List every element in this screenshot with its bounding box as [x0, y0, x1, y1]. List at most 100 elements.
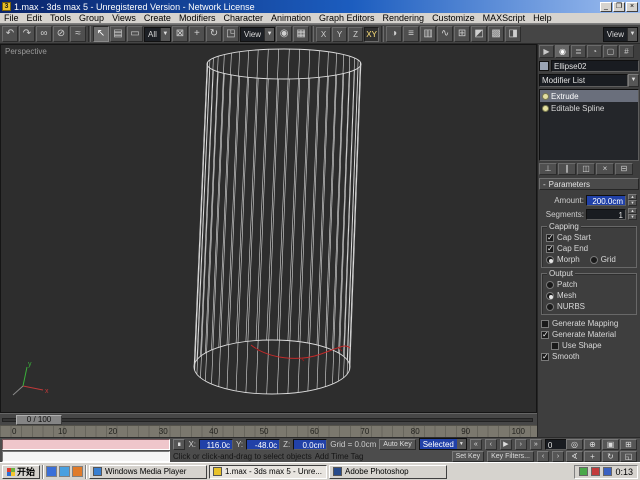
select-and-link-icon[interactable]: ∞	[36, 26, 52, 42]
tray-volume-icon[interactable]	[579, 467, 588, 476]
view-dropdown[interactable]: View ▼	[603, 27, 638, 42]
select-and-scale-icon[interactable]: ◳	[223, 26, 239, 42]
select-by-name-icon[interactable]: ▤	[110, 26, 126, 42]
key-filters-button[interactable]: Key Filters...	[487, 451, 534, 462]
taskbar-task-button[interactable]: Windows Media Player	[89, 465, 207, 479]
selection-filter-dropdown[interactable]: All ▼	[144, 27, 171, 42]
maximize-button[interactable]: ❐	[613, 2, 625, 12]
zoom-extents-all-icon[interactable]: ⊞	[620, 439, 637, 450]
material-editor-icon[interactable]: ◩	[471, 26, 487, 42]
field-of-view-icon[interactable]: ∢	[566, 451, 583, 462]
curve-editor-icon[interactable]: ∿	[437, 26, 453, 42]
pin-stack-button[interactable]: ⊥	[539, 163, 557, 175]
parameters-rollout-header[interactable]: - Parameters	[539, 178, 639, 190]
time-slider[interactable]: 0 / 100	[0, 413, 537, 425]
menu-item[interactable]: Group	[75, 13, 108, 23]
track-bar[interactable]: 0102030405060708090100	[0, 425, 537, 437]
select-and-move-icon[interactable]: +	[189, 26, 205, 42]
menu-item[interactable]: Animation	[267, 13, 315, 23]
menu-item[interactable]: Rendering	[379, 13, 429, 23]
go-to-end-button[interactable]: »	[530, 439, 542, 450]
radio-button[interactable]: Patch	[544, 279, 634, 290]
make-unique-button[interactable]: ◫	[577, 163, 595, 175]
checkbox[interactable]: Generate Material	[539, 329, 639, 340]
select-and-manipulate-icon[interactable]: ▦	[293, 26, 309, 42]
menu-item[interactable]: Graph Editors	[315, 13, 379, 23]
menu-item[interactable]: Help	[529, 13, 556, 23]
zoom-icon[interactable]: ◎	[566, 439, 583, 450]
menu-item[interactable]: Views	[108, 13, 140, 23]
z-coordinate-field[interactable]: 0.0cm	[293, 439, 327, 450]
configure-modifier-sets-button[interactable]: ⊟	[615, 163, 633, 175]
taskbar-task-button[interactable]: 1.max - 3ds max 5 - Unre...	[209, 465, 327, 479]
tab-hierarchy[interactable]: ≣	[571, 45, 586, 58]
restrict-z-button[interactable]: Z	[348, 27, 363, 42]
bulb-icon[interactable]	[542, 93, 549, 100]
minimize-button[interactable]: _	[600, 2, 612, 12]
time-slider-track[interactable]	[2, 418, 533, 422]
mirror-icon[interactable]: ◑	[386, 26, 402, 42]
x-coordinate-field[interactable]: 116.0c	[199, 439, 233, 450]
radio-button[interactable]: Grid	[588, 254, 618, 265]
taskbar-task-button[interactable]: Adobe Photoshop	[329, 465, 447, 479]
menu-item[interactable]: MAXScript	[479, 13, 530, 23]
set-key-button[interactable]: Set Key	[452, 451, 485, 462]
restrict-xy-button[interactable]: XY	[364, 27, 379, 42]
redo-icon[interactable]: ↷	[19, 26, 35, 42]
play-button[interactable]: ▶	[500, 439, 512, 450]
quick-launch-ie-icon[interactable]	[59, 466, 70, 477]
previous-frame-button[interactable]: ‹	[485, 439, 497, 450]
checkbox[interactable]: Cap Start	[544, 232, 634, 243]
start-button[interactable]: 开始	[2, 465, 40, 479]
unlink-selection-icon[interactable]: ⊘	[53, 26, 69, 42]
tray-network-icon[interactable]	[603, 467, 612, 476]
quick-launch-desktop-icon[interactable]	[46, 466, 57, 477]
selection-set-dropdown[interactable]: Selected ▼	[419, 438, 467, 450]
next-key-button[interactable]: ›	[552, 451, 564, 462]
restrict-y-button[interactable]: Y	[332, 27, 347, 42]
restrict-x-button[interactable]: X	[316, 27, 331, 42]
select-object-icon[interactable]: ↖	[93, 26, 109, 42]
min-max-toggle-icon[interactable]: ◱	[620, 451, 637, 462]
amount-spinner[interactable]: ▲▼	[628, 194, 637, 206]
segments-field[interactable]: 1	[586, 209, 626, 220]
tab-utilities[interactable]: #	[619, 45, 634, 58]
menu-item[interactable]: File	[0, 13, 23, 23]
render-scene-icon[interactable]: ▩	[488, 26, 504, 42]
radio-button[interactable]: Morph	[544, 254, 582, 265]
modifier-list-dropdown[interactable]: Modifier List ▼	[539, 74, 639, 87]
time-slider-handle[interactable]: 0 / 100	[16, 415, 62, 425]
auto-key-button[interactable]: Auto Key	[379, 439, 415, 450]
radio-button[interactable]: Mesh	[544, 290, 634, 301]
tray-input-icon[interactable]	[591, 467, 600, 476]
window-crossing-icon[interactable]: ⊠	[172, 26, 188, 42]
menu-item[interactable]: Edit	[23, 13, 47, 23]
modifier-stack-item[interactable]: Editable Spline	[540, 102, 638, 114]
tab-create[interactable]: ▶	[539, 45, 554, 58]
align-icon[interactable]: ≡	[403, 26, 419, 42]
tab-modify[interactable]: ◉	[555, 45, 570, 58]
amount-field[interactable]: 200.0cm	[586, 195, 626, 206]
menu-item[interactable]: Character	[219, 13, 267, 23]
go-to-start-button[interactable]: «	[470, 439, 482, 450]
use-center-icon[interactable]: ◉	[276, 26, 292, 42]
select-and-rotate-icon[interactable]: ↻	[206, 26, 222, 42]
bulb-icon[interactable]	[542, 105, 549, 112]
zoom-extents-icon[interactable]: ▣	[602, 439, 619, 450]
tab-display[interactable]: ▢	[603, 45, 618, 58]
zoom-all-icon[interactable]: ⊕	[584, 439, 601, 450]
menu-item[interactable]: Modifiers	[175, 13, 220, 23]
quick-launch-wmp-icon[interactable]	[72, 466, 83, 477]
checkbox[interactable]: Smooth	[539, 351, 639, 362]
pan-icon[interactable]: +	[584, 451, 601, 462]
close-button[interactable]: ×	[626, 2, 638, 12]
object-name-field[interactable]: Ellipse02	[551, 60, 639, 72]
menu-item[interactable]: Customize	[428, 13, 479, 23]
menu-item[interactable]: Tools	[46, 13, 75, 23]
y-coordinate-field[interactable]: -48.0c	[246, 439, 280, 450]
object-color-swatch[interactable]	[539, 61, 549, 71]
remove-modifier-button[interactable]: ×	[596, 163, 614, 175]
reference-coordinate-dropdown[interactable]: View ▼	[240, 27, 275, 42]
maxscript-mini-listener[interactable]	[2, 439, 170, 450]
add-time-tag[interactable]: Add Time Tag	[315, 452, 364, 461]
